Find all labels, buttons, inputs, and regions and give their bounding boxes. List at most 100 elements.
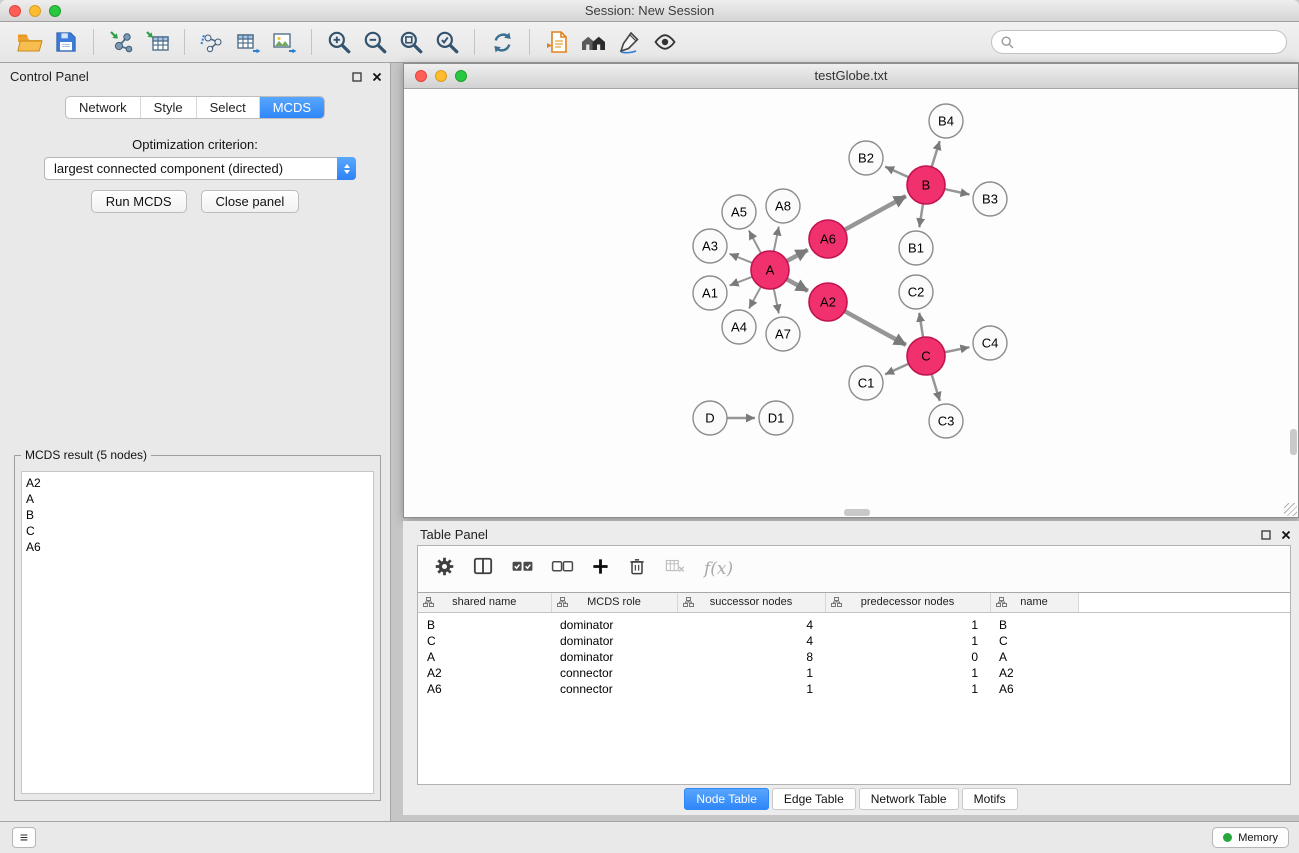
graph-node-D[interactable]: D	[693, 401, 727, 435]
graph-edge-A-A1[interactable]	[730, 277, 753, 286]
close-window-button[interactable]	[9, 5, 21, 17]
table-cell[interactable]: dominator	[551, 612, 677, 633]
graph-edge-A-A7[interactable]	[774, 289, 779, 314]
graph-edge-B-B2[interactable]	[885, 167, 909, 178]
tab-mcds[interactable]: MCDS	[260, 97, 324, 118]
graph-edge-A-A5[interactable]	[749, 231, 761, 254]
table-cell[interactable]: 1	[825, 612, 990, 633]
result-item[interactable]: A6	[26, 539, 369, 555]
graph-node-C1[interactable]: C1	[849, 366, 883, 400]
save-session-button[interactable]	[48, 26, 84, 58]
graph-edge-A6-B[interactable]	[845, 196, 906, 230]
tab-edge-table[interactable]: Edge Table	[772, 788, 856, 810]
table-cell[interactable]: 0	[825, 649, 990, 665]
export-table-button[interactable]	[230, 26, 266, 58]
table-cell[interactable]: connector	[551, 665, 677, 681]
select-all-button[interactable]	[511, 558, 534, 580]
tab-network[interactable]: Network	[66, 97, 141, 118]
table-cell[interactable]: C	[418, 633, 551, 649]
table-cell[interactable]: A2	[418, 665, 551, 681]
open-document-button[interactable]	[539, 26, 575, 58]
result-item[interactable]: A	[26, 491, 369, 507]
close-table-panel-button[interactable]	[1281, 527, 1291, 545]
column-header-shared-name[interactable]: shared name	[418, 593, 551, 612]
graph-edge-A-A2[interactable]	[787, 279, 808, 291]
run-mcds-button[interactable]: Run MCDS	[91, 190, 187, 213]
graph-node-A8[interactable]: A8	[766, 189, 800, 223]
graph-edge-A-A4[interactable]	[749, 287, 761, 309]
table-cell[interactable]: 1	[825, 665, 990, 681]
table-cell[interactable]: dominator	[551, 649, 677, 665]
column-header-name[interactable]: name	[990, 593, 1078, 612]
graph-edge-A-A6[interactable]	[787, 250, 808, 261]
table-row[interactable]: A2connector11A2	[418, 665, 1290, 681]
zoom-out-button[interactable]	[357, 26, 393, 58]
column-header-successor-nodes[interactable]: successor nodes	[677, 593, 825, 612]
show-columns-button[interactable]	[472, 556, 494, 581]
graph-node-C4[interactable]: C4	[973, 326, 1007, 360]
deselect-all-button[interactable]	[551, 558, 574, 580]
tab-motifs[interactable]: Motifs	[962, 788, 1018, 810]
resize-grip[interactable]	[1284, 503, 1297, 516]
annotate-button[interactable]	[611, 26, 647, 58]
graph-node-A[interactable]: A	[751, 251, 789, 289]
table-cell[interactable]: dominator	[551, 633, 677, 649]
table-row[interactable]: Adominator80A	[418, 649, 1290, 665]
zoom-window-button[interactable]	[49, 5, 61, 17]
delete-column-button[interactable]	[627, 556, 647, 582]
criterion-dropdown[interactable]: largest connected component (directed)	[44, 157, 356, 180]
network-canvas[interactable]: AA2A6BCA1A3A4A5A7A8B1B2B3B4C1C2C3C4DD1	[404, 89, 1298, 517]
import-table-file-button[interactable]	[139, 26, 175, 58]
column-header-mcds-role[interactable]: MCDS role	[551, 593, 677, 612]
graph-node-B2[interactable]: B2	[849, 141, 883, 175]
graph-node-C3[interactable]: C3	[929, 404, 963, 438]
graph-node-A5[interactable]: A5	[722, 195, 756, 229]
graph-edge-B-B3[interactable]	[945, 189, 970, 194]
graph-node-C2[interactable]: C2	[899, 275, 933, 309]
horizontal-scrollbar-thumb[interactable]	[844, 509, 870, 516]
close-panel-button[interactable]: Close panel	[201, 190, 300, 213]
close-panel-button[interactable]	[372, 69, 382, 87]
search-box[interactable]	[991, 30, 1287, 54]
show-graphics-details-button[interactable]	[647, 26, 683, 58]
tab-style[interactable]: Style	[141, 97, 197, 118]
zoom-fit-button[interactable]	[393, 26, 429, 58]
table-cell[interactable]: B	[990, 612, 1078, 633]
mcds-result-list[interactable]: A2ABCA6	[21, 471, 374, 794]
table-cell[interactable]: A2	[990, 665, 1078, 681]
graph-edge-B-B1[interactable]	[919, 204, 923, 227]
graph-edge-C-C1[interactable]	[885, 364, 909, 375]
apply-layout-button[interactable]	[484, 26, 520, 58]
table-cell[interactable]: B	[418, 612, 551, 633]
graph-edge-C-C2[interactable]	[919, 313, 923, 337]
table-cell[interactable]: 1	[825, 681, 990, 697]
graph-node-A2[interactable]: A2	[809, 283, 847, 321]
graph-node-B3[interactable]: B3	[973, 182, 1007, 216]
graph-edge-A-A8[interactable]	[774, 227, 779, 252]
close-network-window-button[interactable]	[415, 70, 427, 82]
graph-edge-A-A3[interactable]	[729, 254, 752, 263]
graph-node-A7[interactable]: A7	[766, 317, 800, 351]
table-cell[interactable]: 1	[825, 633, 990, 649]
table-cell[interactable]: 4	[677, 612, 825, 633]
table-row[interactable]: A6connector11A6	[418, 681, 1290, 697]
tab-node-table[interactable]: Node Table	[684, 788, 769, 810]
graph-node-D1[interactable]: D1	[759, 401, 793, 435]
import-network-file-button[interactable]	[103, 26, 139, 58]
open-file-button[interactable]	[12, 26, 48, 58]
table-row[interactable]: Bdominator41B	[418, 612, 1290, 633]
result-item[interactable]: B	[26, 507, 369, 523]
tab-select[interactable]: Select	[197, 97, 260, 118]
memory-button[interactable]: Memory	[1212, 827, 1289, 848]
table-cell[interactable]: 1	[677, 681, 825, 697]
graph-edge-C-C3[interactable]	[932, 374, 940, 401]
table-cell[interactable]: A6	[990, 681, 1078, 697]
minimize-window-button[interactable]	[29, 5, 41, 17]
table-cell[interactable]: A	[990, 649, 1078, 665]
export-image-button[interactable]	[266, 26, 302, 58]
vertical-scrollbar-thumb[interactable]	[1290, 429, 1297, 455]
home-button[interactable]	[575, 26, 611, 58]
result-item[interactable]: C	[26, 523, 369, 539]
graph-node-C[interactable]: C	[907, 337, 945, 375]
table-cell[interactable]: 1	[677, 665, 825, 681]
